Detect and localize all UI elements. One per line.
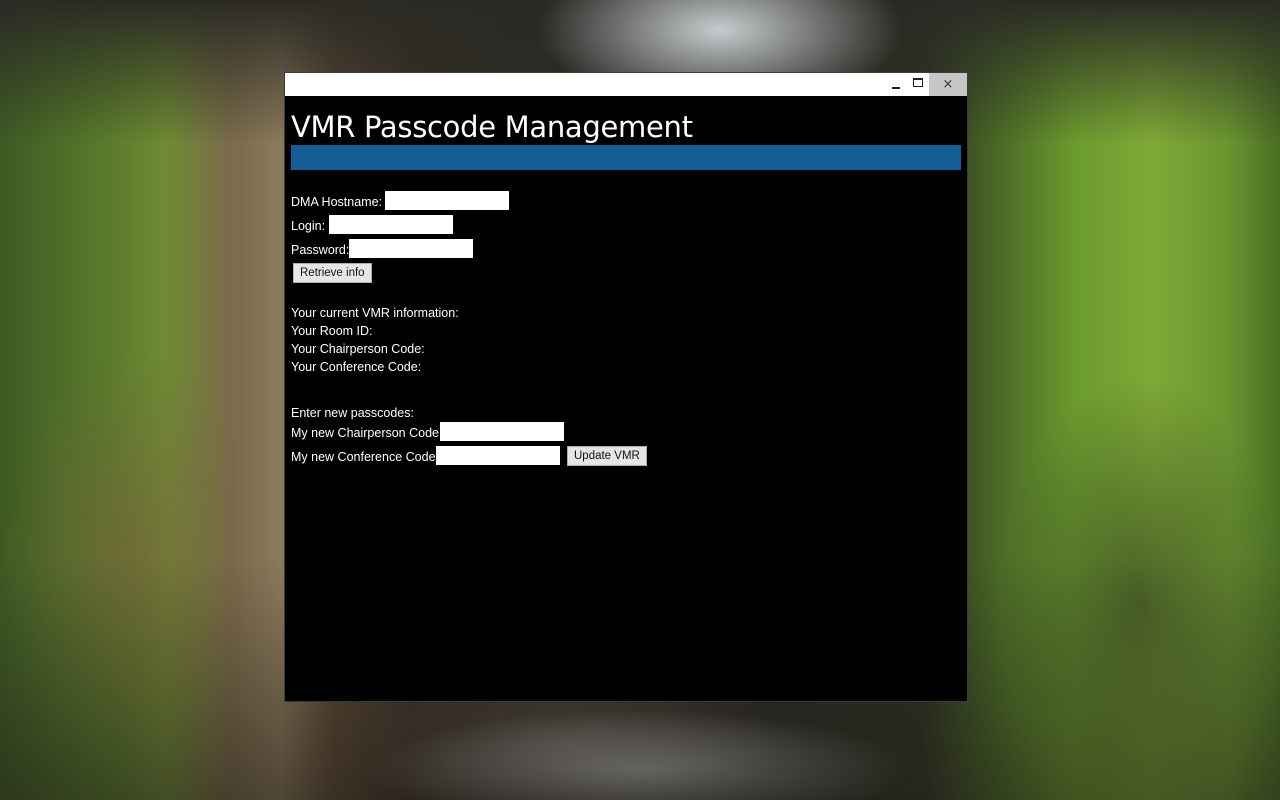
- new-passcodes-heading: Enter new passcodes:: [291, 406, 414, 420]
- vmr-info-heading: Your current VMR information:: [291, 306, 459, 320]
- room-id-label: Your Room ID:: [291, 324, 373, 338]
- close-button[interactable]: ×: [929, 73, 967, 96]
- retrieve-info-button[interactable]: Retrieve info: [293, 263, 372, 283]
- new-conference-label: My new Conference Code:: [291, 450, 439, 464]
- login-input[interactable]: [329, 215, 453, 234]
- app-content: VMR Passcode Management DMA Hostname: Lo…: [285, 96, 967, 701]
- new-chairperson-input[interactable]: [440, 422, 564, 441]
- update-vmr-button[interactable]: Update VMR: [567, 446, 647, 466]
- password-label: Password:: [291, 243, 350, 257]
- hostname-input[interactable]: [385, 191, 509, 210]
- window-titlebar[interactable]: ×: [285, 73, 967, 96]
- minimize-icon: [892, 86, 900, 89]
- maximize-icon: [913, 78, 923, 87]
- chairperson-code-label: Your Chairperson Code:: [291, 342, 425, 356]
- title-accent-bar: [291, 145, 961, 170]
- password-input[interactable]: [349, 239, 473, 258]
- page-title: VMR Passcode Management: [291, 110, 693, 144]
- conference-code-label: Your Conference Code:: [291, 360, 422, 374]
- new-chairperson-label: My new Chairperson Code:: [291, 426, 443, 440]
- new-conference-input[interactable]: [436, 446, 560, 465]
- login-label: Login:: [291, 219, 326, 233]
- app-window: × VMR Passcode Management DMA Hostname: …: [285, 73, 967, 701]
- hostname-label: DMA Hostname:: [291, 195, 383, 209]
- close-icon: ×: [942, 77, 954, 92]
